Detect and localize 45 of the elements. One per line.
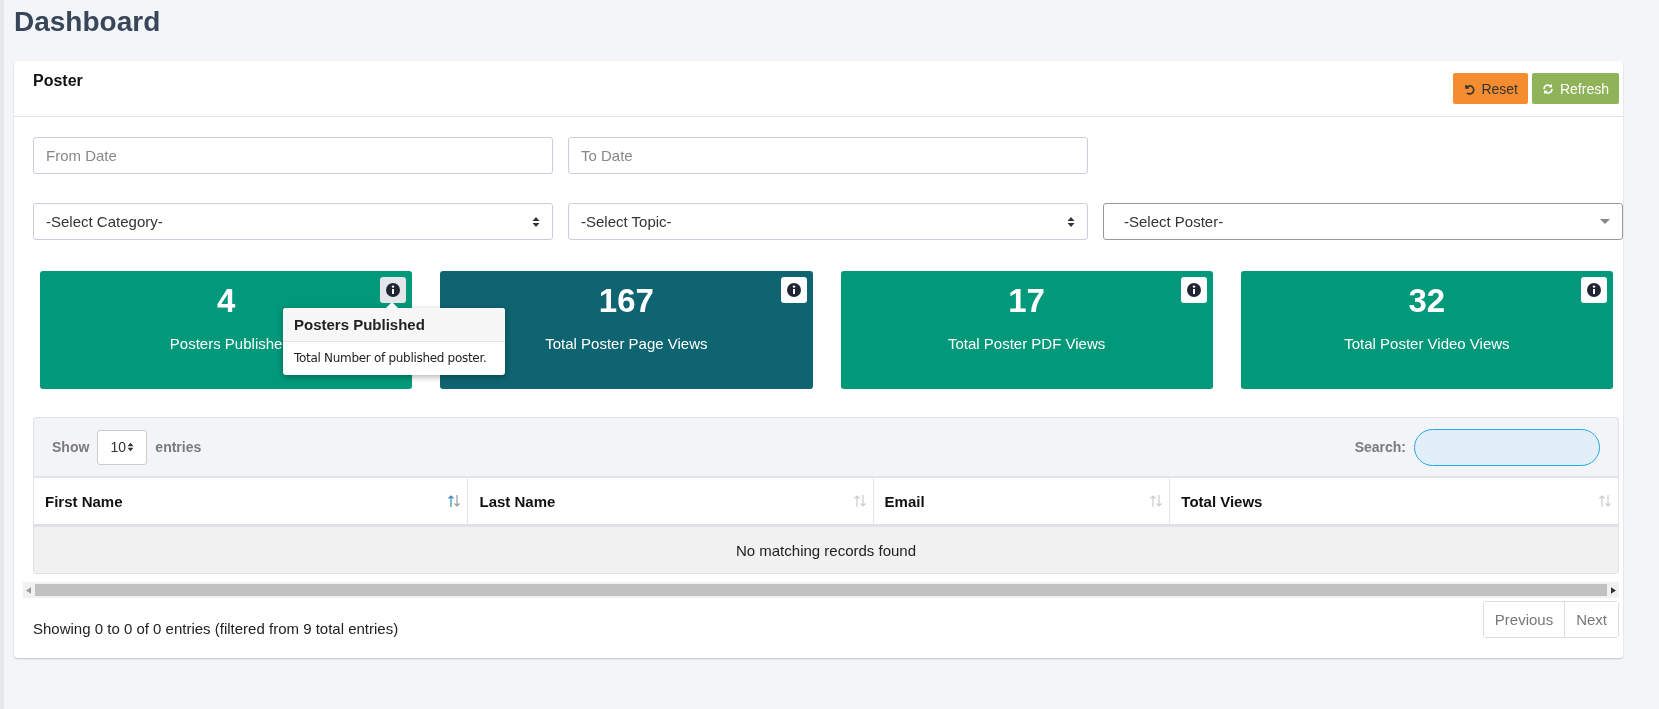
info-icon[interactable] bbox=[1581, 277, 1607, 303]
page-size-select[interactable]: 10 bbox=[97, 429, 148, 465]
sort-arrows-icon bbox=[1598, 494, 1612, 508]
column-header[interactable]: Last Name bbox=[467, 478, 873, 524]
stat-label: Posters Publishe bbox=[169, 335, 283, 352]
sort-caret-icon bbox=[1067, 215, 1075, 228]
caret-down-icon bbox=[1600, 218, 1610, 225]
tooltip-text: Total Number of published poster. bbox=[294, 351, 487, 365]
sort-arrows-icon bbox=[447, 494, 462, 508]
undo-icon bbox=[1463, 82, 1476, 95]
tooltip-title: Posters Published bbox=[283, 308, 505, 342]
refresh-icon bbox=[1541, 82, 1554, 95]
reset-button[interactable]: Reset bbox=[1453, 73, 1528, 104]
stat-value: 32 bbox=[1408, 282, 1446, 319]
select-field[interactable]: -Select Poster- bbox=[1103, 203, 1623, 240]
horizontal-scrollbar[interactable] bbox=[23, 582, 1619, 598]
stat-label: Total Poster Video Views bbox=[1344, 335, 1510, 352]
sort-caret-icon bbox=[532, 215, 540, 228]
sort-arrows-icon bbox=[852, 494, 867, 508]
scroll-right-arrow-icon[interactable] bbox=[1611, 586, 1616, 594]
stat-value: 4 bbox=[216, 282, 236, 319]
info-icon[interactable] bbox=[1180, 277, 1207, 303]
stat-label: Total Poster PDF Views bbox=[948, 335, 1106, 352]
column-header[interactable]: Email bbox=[872, 478, 1170, 524]
stat-value: 17 bbox=[1008, 282, 1045, 319]
column-header[interactable]: First Name bbox=[34, 478, 468, 524]
sort-caret-icon bbox=[127, 442, 135, 452]
panel-title: Poster bbox=[33, 72, 83, 90]
date-field[interactable]: From Date bbox=[33, 137, 553, 174]
show-label: Show bbox=[52, 439, 90, 455]
table-cell: No matching records found bbox=[34, 527, 1618, 573]
search-field[interactable] bbox=[1414, 428, 1600, 466]
stat-value: 167 bbox=[598, 282, 654, 319]
date-field[interactable]: To Date bbox=[568, 137, 1088, 174]
column-header[interactable]: Total Views bbox=[1169, 478, 1618, 524]
select-field[interactable]: -Select Topic- bbox=[568, 203, 1088, 240]
page-title: Dashboard bbox=[14, 5, 162, 39]
table-info: Showing 0 to 0 of 0 entries (filtered from 9 total entries) bbox=[33, 620, 399, 637]
info-icon[interactable] bbox=[780, 277, 807, 303]
info-icon[interactable] bbox=[380, 277, 407, 303]
search-label: Search: bbox=[1354, 439, 1406, 455]
entries-label: entries bbox=[155, 439, 202, 455]
sort-arrows-icon bbox=[1149, 494, 1164, 508]
select-field[interactable]: -Select Category- bbox=[33, 203, 553, 240]
stat-label: Total Poster Page Views bbox=[545, 335, 708, 352]
